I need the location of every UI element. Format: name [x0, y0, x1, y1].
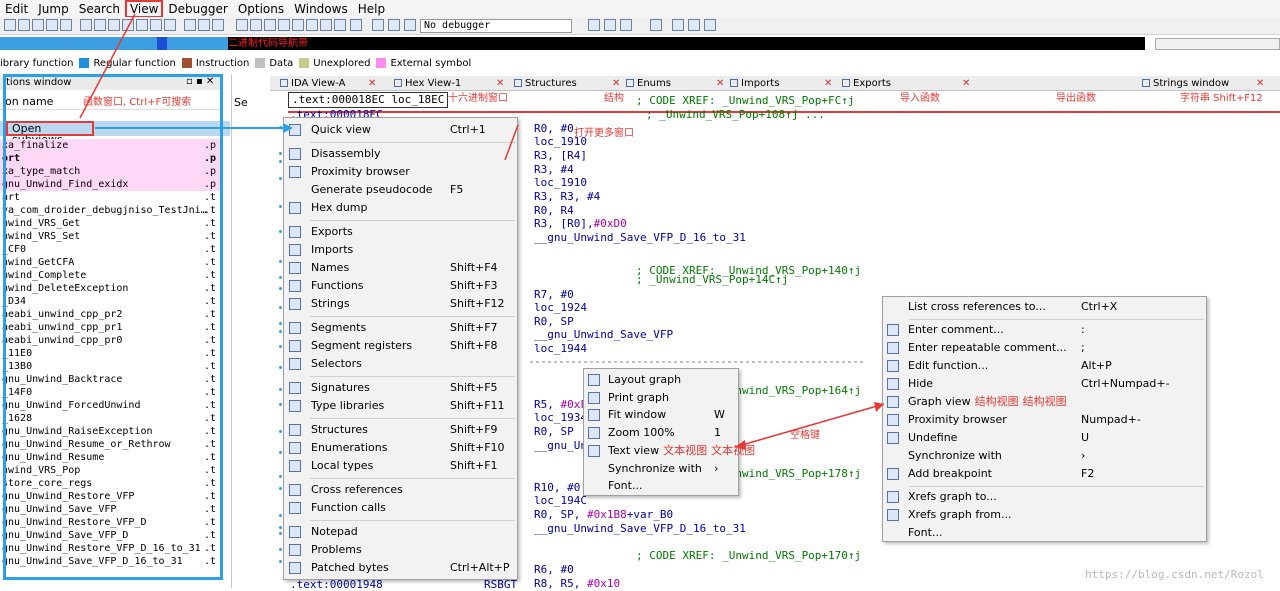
space-arrowhead-left	[735, 440, 746, 450]
watermark: https://blog.csdn.net/Rozol	[1085, 568, 1264, 581]
space-key-annotation: 空格键	[790, 430, 820, 441]
space-arrowhead-right	[874, 402, 884, 412]
annotation-arrows	[79, 13, 885, 450]
view-menu-arrow	[79, 13, 136, 119]
subviews-arrowhead	[283, 123, 293, 133]
open-more-arrow	[504, 124, 519, 161]
